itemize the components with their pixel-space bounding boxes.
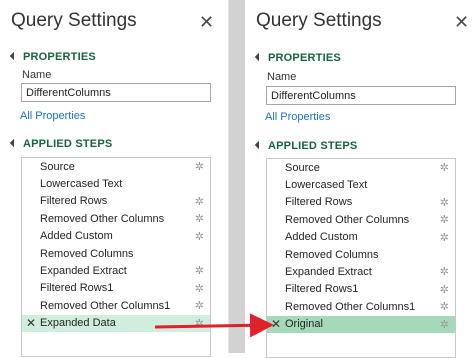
applied-step-filtered-rows[interactable]: Filtered Rows ✲ xyxy=(267,194,455,211)
collapse-triangle-icon xyxy=(254,140,264,150)
collapse-triangle-icon xyxy=(9,51,19,61)
step-label: Expanded Data xyxy=(40,317,116,330)
applied-step-expanded-data[interactable]: ✕ Expanded Data ✲ xyxy=(22,314,210,332)
properties-header[interactable]: PROPERTIES xyxy=(254,50,341,66)
applied-step-removed-other-columns1[interactable]: Removed Other Columns1 ✲ xyxy=(267,298,455,315)
step-settings-gear-icon[interactable]: ✲ xyxy=(195,264,204,277)
close-icon[interactable]: ✕ xyxy=(454,13,469,31)
query-settings-panel-left: Query Settings ✕ PROPERTIES Name All Pro… xyxy=(0,0,229,357)
name-field[interactable] xyxy=(21,83,211,102)
delete-step-icon[interactable]: ✕ xyxy=(26,316,36,330)
step-settings-gear-icon[interactable]: ✲ xyxy=(195,282,204,295)
step-label: Removed Other Columns1 xyxy=(285,300,416,313)
applied-step-filtered-rows1[interactable]: Filtered Rows1 ✲ xyxy=(267,281,455,298)
query-settings-panel-right: Query Settings ✕ PROPERTIES Name All Pro… xyxy=(245,0,474,358)
step-settings-gear-icon[interactable]: ✲ xyxy=(195,230,204,243)
step-label: Added Custom xyxy=(285,231,358,244)
step-settings-gear-icon[interactable]: ✲ xyxy=(440,265,449,278)
all-properties-link[interactable]: All Properties xyxy=(265,111,330,123)
step-label: Filtered Rows1 xyxy=(40,282,114,295)
step-label: Added Custom xyxy=(40,230,113,243)
step-label: Removed Columns xyxy=(40,247,134,260)
name-field[interactable] xyxy=(266,86,456,105)
step-label: Filtered Rows xyxy=(285,196,353,209)
step-settings-gear-icon[interactable]: ✲ xyxy=(440,283,449,296)
applied-steps-list: Source ✲ Lowercased Text Filtered Rows ✲ Remo… xyxy=(21,157,211,357)
step-label: Filtered Rows1 xyxy=(285,283,359,296)
properties-header-label: PROPERTIES xyxy=(268,52,341,64)
step-label: Original xyxy=(285,318,323,331)
applied-step-lowercased-text[interactable]: Lowercased Text xyxy=(267,176,455,193)
step-label: Lowercased Text xyxy=(285,179,368,192)
panel-title: Query Settings xyxy=(256,10,382,31)
all-properties-link[interactable]: All Properties xyxy=(20,110,85,122)
applied-step-added-custom[interactable]: Added Custom ✲ xyxy=(267,229,455,246)
applied-step-removed-other-columns1[interactable]: Removed Other Columns1 ✲ xyxy=(22,297,210,314)
step-label: Filtered Rows xyxy=(40,195,108,208)
step-label: Source xyxy=(40,160,75,173)
step-settings-gear-icon[interactable]: ✲ xyxy=(440,213,449,226)
step-settings-gear-icon[interactable]: ✲ xyxy=(440,196,449,209)
applied-step-removed-columns[interactable]: Removed Columns xyxy=(22,245,210,262)
name-label: Name xyxy=(22,69,52,81)
step-label: Expanded Extract xyxy=(285,266,372,279)
name-label: Name xyxy=(267,71,297,83)
delete-step-icon[interactable]: ✕ xyxy=(271,317,281,331)
applied-step-removed-columns[interactable]: Removed Columns xyxy=(267,246,455,263)
step-label: Source xyxy=(285,161,320,174)
step-settings-gear-icon[interactable]: ✲ xyxy=(195,212,204,225)
applied-steps-header[interactable]: APPLIED STEPS xyxy=(9,136,113,152)
step-settings-gear-icon[interactable]: ✲ xyxy=(440,318,449,331)
step-settings-gear-icon[interactable]: ✲ xyxy=(195,299,204,312)
step-label: Lowercased Text xyxy=(40,178,123,191)
close-icon[interactable]: ✕ xyxy=(199,13,214,31)
step-settings-gear-icon[interactable]: ✲ xyxy=(195,195,204,208)
applied-step-original[interactable]: ✕ Original ✲ xyxy=(267,315,455,333)
step-settings-gear-icon[interactable]: ✲ xyxy=(195,317,204,330)
applied-step-filtered-rows[interactable]: Filtered Rows ✲ xyxy=(22,193,210,210)
applied-step-expanded-extract[interactable]: Expanded Extract ✲ xyxy=(22,262,210,279)
applied-step-filtered-rows1[interactable]: Filtered Rows1 ✲ xyxy=(22,280,210,297)
step-label: Removed Other Columns xyxy=(40,212,165,225)
applied-steps-header-label: APPLIED STEPS xyxy=(268,140,358,152)
applied-steps-list: Source ✲ Lowercased Text Filtered Rows ✲ Remo… xyxy=(266,158,456,358)
applied-step-lowercased-text[interactable]: Lowercased Text xyxy=(22,175,210,192)
applied-step-added-custom[interactable]: Added Custom ✲ xyxy=(22,228,210,245)
step-label: Removed Other Columns xyxy=(285,213,410,226)
step-label: Removed Columns xyxy=(285,248,379,261)
properties-header[interactable]: PROPERTIES xyxy=(9,49,96,65)
step-label: Expanded Extract xyxy=(40,265,127,278)
panel-separator xyxy=(229,0,245,353)
collapse-triangle-icon xyxy=(9,138,19,148)
applied-step-removed-other-columns[interactable]: Removed Other Columns ✲ xyxy=(22,210,210,227)
applied-step-source[interactable]: Source ✲ xyxy=(22,158,210,175)
panel-title: Query Settings xyxy=(11,10,137,31)
applied-step-source[interactable]: Source ✲ xyxy=(267,159,455,176)
step-settings-gear-icon[interactable]: ✲ xyxy=(195,160,204,173)
step-settings-gear-icon[interactable]: ✲ xyxy=(440,231,449,244)
applied-steps-header-label: APPLIED STEPS xyxy=(23,138,113,150)
applied-steps-header[interactable]: APPLIED STEPS xyxy=(254,138,358,154)
step-settings-gear-icon[interactable]: ✲ xyxy=(440,300,449,313)
collapse-triangle-icon xyxy=(254,52,264,62)
applied-step-removed-other-columns[interactable]: Removed Other Columns ✲ xyxy=(267,211,455,228)
properties-header-label: PROPERTIES xyxy=(23,51,96,63)
step-settings-gear-icon[interactable]: ✲ xyxy=(440,161,449,174)
applied-step-expanded-extract[interactable]: Expanded Extract ✲ xyxy=(267,263,455,280)
step-label: Removed Other Columns1 xyxy=(40,299,171,312)
